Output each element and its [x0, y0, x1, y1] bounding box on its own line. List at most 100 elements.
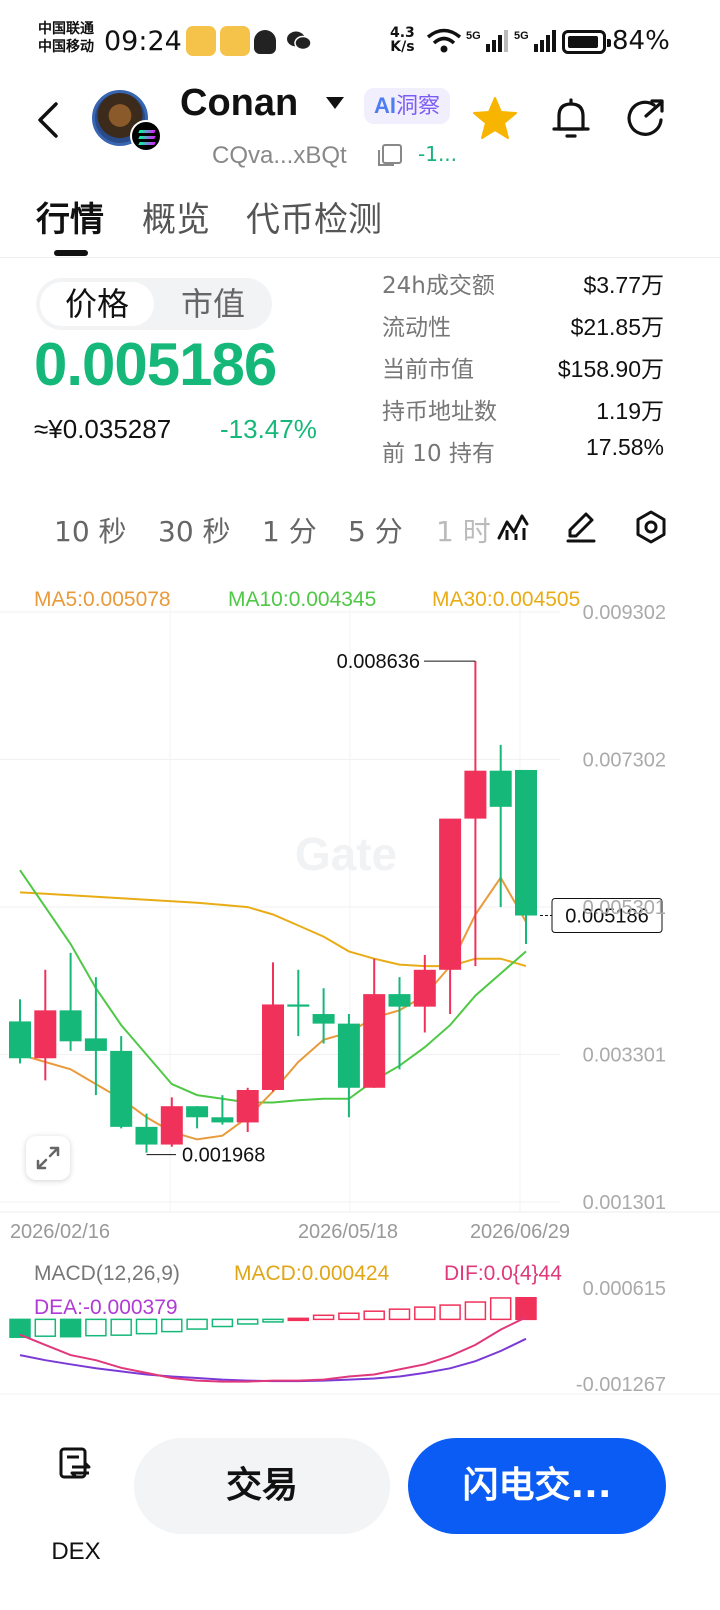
- net-speed-unit: K/s: [390, 39, 415, 55]
- header-change: -1...: [418, 142, 458, 166]
- interval-1h[interactable]: 1 时: [436, 510, 491, 550]
- candle-body: [413, 969, 436, 1007]
- interval-30s[interactable]: 30 秒: [158, 510, 231, 550]
- macd-histogram-bar: [363, 1310, 385, 1321]
- back-icon[interactable]: [30, 96, 70, 144]
- macd-histogram-bar: [388, 1308, 411, 1321]
- y-tick-label: 0.003301: [583, 1045, 666, 1067]
- candle-body: [515, 769, 537, 916]
- macd-histogram-bar: [161, 1318, 183, 1333]
- star-icon[interactable]: [472, 96, 518, 140]
- signal-1-label: 5G: [466, 30, 481, 42]
- stat-label: 24h成交额: [382, 273, 495, 299]
- copy-icon[interactable]: [378, 144, 402, 166]
- tab-overview[interactable]: 概览: [142, 192, 210, 241]
- interval-1m[interactable]: 1 分: [262, 510, 317, 550]
- dex-swap-icon: [59, 1447, 91, 1479]
- candle-body: [135, 1126, 158, 1145]
- signal-2-label: 5G: [514, 30, 529, 42]
- stat-value: 17.58%: [585, 434, 664, 460]
- macd-title: MACD(12,26,9): [34, 1262, 180, 1285]
- macd-histogram-bar: [236, 1318, 259, 1325]
- candle-body: [312, 1014, 335, 1024]
- expand-chart-icon[interactable]: [26, 1136, 70, 1180]
- tab-underline: [54, 250, 88, 256]
- net-speed-value: 4.3: [390, 25, 415, 41]
- macd-histogram-bar: [489, 1297, 512, 1321]
- dea-value: DEA:-0.000379: [34, 1296, 178, 1319]
- tab-market[interactable]: 行情: [36, 192, 104, 241]
- stat-value: 1.19万: [596, 398, 664, 424]
- stat-label: 持币地址数: [382, 399, 497, 425]
- interval-bar: 10 秒 30 秒 1 分 5 分 1 时: [0, 500, 720, 556]
- macd-histogram-bar: [312, 1314, 335, 1321]
- battery-icon: [562, 30, 611, 54]
- caret-down-icon[interactable]: [326, 97, 344, 109]
- candle-body: [337, 1023, 360, 1088]
- macd-histogram-bar: [464, 1301, 487, 1321]
- share-icon[interactable]: [624, 96, 668, 140]
- contract-address: CQva...xBQt: [212, 142, 347, 169]
- qq-icon: [254, 30, 276, 54]
- candle-body: [186, 1106, 209, 1118]
- price-change: -13.47%: [220, 414, 317, 444]
- flash-trade-button[interactable]: 闪电交...: [408, 1438, 666, 1534]
- y-tick-label: 0.001301: [583, 1192, 666, 1214]
- segment-market-cap[interactable]: 市值: [156, 282, 270, 326]
- y-tick-label: 0.005301: [583, 897, 666, 919]
- clock: 09:24: [104, 26, 182, 57]
- x-tick-label: 2026/06/29: [470, 1221, 570, 1243]
- ma30-legend: MA30:0.004505: [432, 588, 581, 611]
- ai-insight-badge[interactable]: AI洞察: [364, 88, 451, 124]
- current-price: 0.005186: [34, 331, 277, 398]
- candle-body: [388, 994, 411, 1007]
- stat-label: 流动性: [382, 315, 451, 341]
- macd-histogram-bar: [338, 1312, 360, 1321]
- signal-icon: 5G: [514, 30, 556, 52]
- candle-body: [59, 1010, 82, 1042]
- candle-body: [489, 770, 512, 807]
- macd-histogram-bar: [515, 1296, 537, 1321]
- candle-body: [110, 1050, 133, 1127]
- stat-row: 24h成交额 $3.77万: [382, 262, 664, 304]
- ai-badge-label: 洞察: [396, 93, 441, 118]
- low-price-label: 0.001968: [182, 1145, 265, 1167]
- stat-row: 当前市值 $158.90万: [382, 346, 664, 388]
- token-name[interactable]: Conan: [180, 82, 298, 125]
- macd-histogram-bar: [439, 1304, 461, 1321]
- signal-icon: 5G: [466, 30, 508, 52]
- carrier-1: 中国联通: [38, 21, 94, 37]
- bottom-action-bar: DEX 交易 闪电交...: [0, 1400, 720, 1610]
- macd-y-tick-label: 0.000615: [583, 1278, 666, 1300]
- interval-10s[interactable]: 10 秒: [54, 510, 127, 550]
- interval-5m[interactable]: 5 分: [348, 510, 403, 550]
- gate-watermark: Gate: [295, 828, 397, 880]
- trade-button[interactable]: 交易: [134, 1438, 390, 1534]
- wifi-icon: [426, 28, 462, 53]
- stats-panel: 24h成交额 $3.77万 流动性 $21.85万 当前市值 $158.90万 持币地…: [382, 262, 664, 472]
- stat-value: $21.85万: [570, 314, 664, 340]
- macd-histogram-bar: [262, 1318, 284, 1323]
- wechat-icon: [287, 31, 312, 51]
- tab-token-check[interactable]: 代币检测: [246, 192, 382, 241]
- weibo-icon: [220, 26, 250, 56]
- macd-histogram-bar: [135, 1318, 158, 1335]
- dex-button[interactable]: DEX: [40, 1440, 112, 1565]
- draw-pencil-icon[interactable]: [564, 510, 598, 544]
- weibo-icon: [186, 26, 216, 56]
- macd-histogram-bar: [59, 1318, 82, 1338]
- settings-icon[interactable]: [634, 510, 668, 544]
- indicator-icon[interactable]: [496, 510, 530, 544]
- status-bar: 中国联通 中国移动 09:24 4.3 K/s 5G 5G 84%: [0, 0, 720, 80]
- candle-body: [34, 1010, 57, 1059]
- carrier-names: 中国联通 中国移动: [38, 20, 94, 56]
- bell-icon[interactable]: [548, 96, 594, 142]
- dif-value: DIF:0.0{4}44: [444, 1262, 562, 1285]
- x-tick-label: 2026/02/16: [10, 1221, 110, 1243]
- segment-price[interactable]: 价格: [40, 282, 154, 326]
- macd-histogram-bar: [34, 1318, 57, 1337]
- divider: [0, 257, 720, 258]
- candle-body: [363, 994, 386, 1088]
- y-tick-label: 0.007302: [583, 749, 666, 771]
- candle-body: [439, 818, 462, 970]
